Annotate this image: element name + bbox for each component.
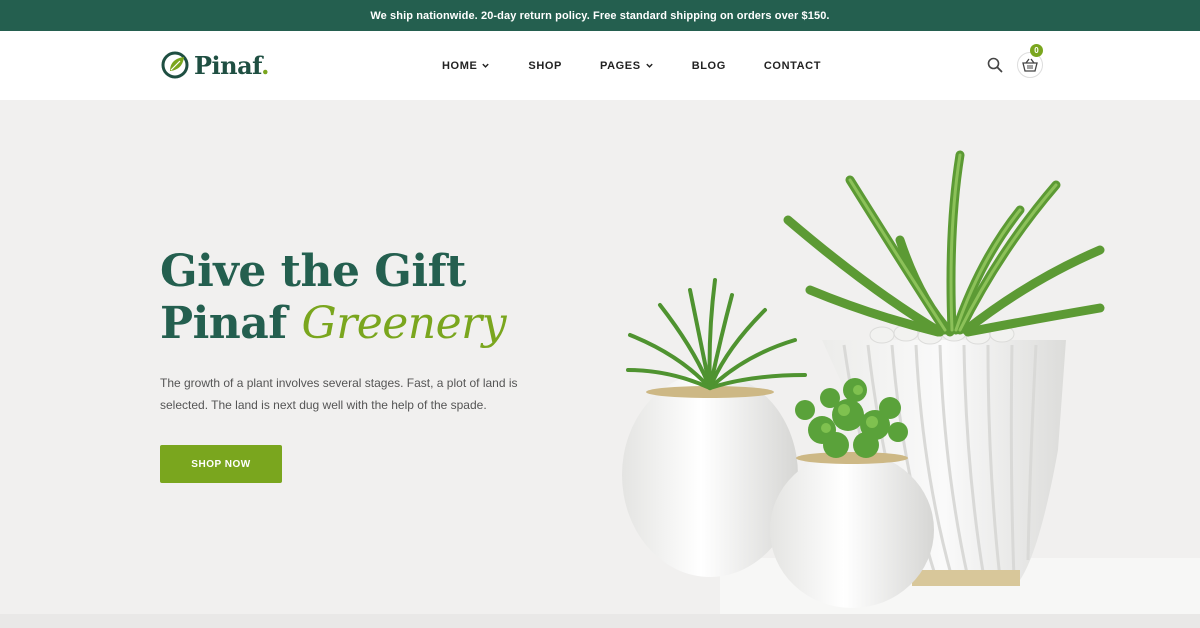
site-header: Pinaf. HOME SHOP PAGES BLOG CONTACT 0 — [0, 31, 1200, 100]
grass-plant — [626, 278, 807, 390]
announcement-text: We ship nationwide. 20-day return policy… — [370, 9, 830, 22]
brand-logo[interactable]: Pinaf. — [160, 50, 269, 80]
hero-title: Give the Gift Pinaf Greenery — [160, 246, 507, 350]
nav-home[interactable]: HOME — [442, 60, 490, 72]
hero-description: The growth of a plant involves several s… — [160, 376, 518, 412]
hero-title-line2: Pinaf — [160, 298, 302, 349]
main-nav: HOME SHOP PAGES BLOG CONTACT — [442, 31, 821, 100]
hero-title-accent: Greenery — [301, 298, 507, 349]
chevron-down-icon — [482, 63, 490, 68]
hero-title-line1: Give the Gift — [160, 246, 466, 297]
shop-now-button[interactable]: SHOP NOW — [160, 445, 282, 483]
nav-contact-label: CONTACT — [763, 59, 822, 72]
nav-pages-label: PAGES — [599, 59, 641, 72]
cart-count-badge: 0 — [1030, 44, 1043, 57]
potted-plants-image — [622, 150, 1105, 608]
basket-icon — [1022, 58, 1038, 72]
chevron-down-icon — [645, 63, 653, 68]
search-icon[interactable] — [986, 56, 1004, 74]
nav-blog-label: BLOG — [691, 59, 726, 72]
leaf-logo-icon — [161, 51, 189, 79]
nav-blog[interactable]: BLOG — [692, 60, 726, 72]
nav-home-label: HOME — [442, 59, 478, 72]
hero-banner: Give the Gift Pinaf Greenery The growth … — [0, 100, 1200, 628]
nav-shop[interactable]: SHOP — [528, 60, 562, 72]
small-sphere-planter — [770, 452, 934, 608]
nav-shop-label: SHOP — [528, 59, 562, 72]
announcement-bar: We ship nationwide. 20-day return policy… — [0, 0, 1200, 31]
nav-pages[interactable]: PAGES — [600, 60, 654, 72]
nav-contact[interactable]: CONTACT — [764, 60, 821, 72]
agave-plant — [783, 150, 1105, 337]
left-round-planter — [622, 373, 798, 577]
brand-name: Pinaf. — [194, 50, 269, 80]
